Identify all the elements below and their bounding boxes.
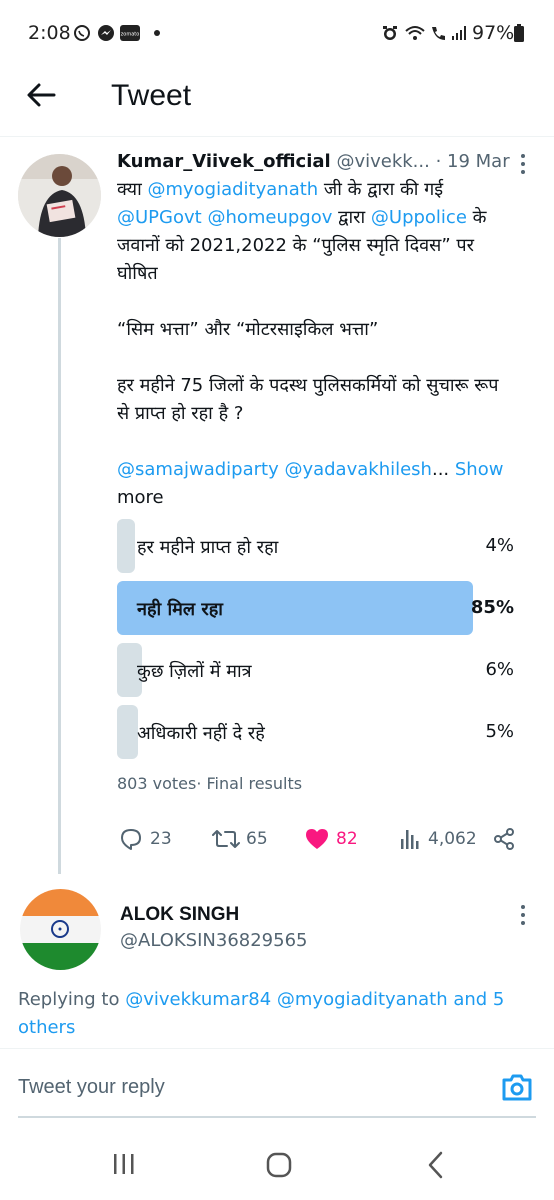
- reply-button[interactable]: 23: [118, 826, 172, 852]
- retweet-count: 65: [246, 829, 268, 849]
- tweet-line-5: “सिम भत्ता” और “मोटरसाइकिल भत्ता”: [117, 319, 379, 340]
- page-title: Tweet: [111, 79, 192, 112]
- tweet-text-segment: जी के द्वारा की गई: [318, 179, 444, 200]
- tweet-more-button[interactable]: [520, 154, 526, 178]
- show-more-link[interactable]: Show: [455, 459, 504, 480]
- tweet-text-segment: के: [466, 207, 487, 228]
- reply-author-avatar[interactable]: [20, 889, 101, 970]
- signal-icon: [450, 24, 468, 42]
- battery-icon: [513, 24, 525, 42]
- others-link[interactable]: others: [18, 1017, 75, 1038]
- dot-icon: [152, 24, 162, 42]
- show-more-link[interactable]: more: [117, 484, 164, 512]
- tweet-line-8: @samajwadiparty @yadavakhilesh... Show: [117, 456, 503, 484]
- views-button[interactable]: 4,062: [398, 826, 477, 852]
- retweet-icon: [212, 830, 240, 848]
- status-bar: 2:08 zomato 97%: [0, 0, 554, 66]
- tweet-author-line: Kumar_Viivek_official @vivekk... · 19 Ma…: [117, 151, 517, 172]
- poll-meta: 803 votes· Final results: [117, 774, 302, 793]
- reply-count: 23: [150, 829, 172, 849]
- nav-back-icon: [428, 1151, 443, 1179]
- author-handle[interactable]: @vivekk...: [336, 151, 429, 172]
- share-icon: [494, 828, 514, 850]
- mention-link[interactable]: @yadavakhilesh: [284, 459, 432, 480]
- mention-link[interactable]: @UPGovt: [117, 207, 202, 228]
- tweet-line-7: से प्राप्त हो रहा है ?: [117, 403, 244, 424]
- tweet-text-segment: द्वारा: [332, 207, 371, 228]
- mention-link[interactable]: @vivekkumar84: [125, 989, 271, 1010]
- replying-to: Replying to @vivekkumar84 @myogiadityana…: [18, 986, 538, 1042]
- tweet-text-segment: क्या: [117, 179, 148, 200]
- messenger-icon: [96, 24, 116, 42]
- reply-author-name[interactable]: ALOK SINGH: [120, 904, 239, 926]
- zomato-icon: zomato: [119, 24, 141, 42]
- ellipsis: ...: [431, 459, 450, 480]
- tweet-line-4: घोषित: [117, 263, 158, 284]
- tweet-date: · 19 Mar: [435, 151, 510, 172]
- home-button[interactable]: [264, 1150, 294, 1184]
- header-divider: [0, 136, 554, 137]
- mention-link[interactable]: @homeupgov: [207, 207, 332, 228]
- mention-link[interactable]: @samajwadiparty: [117, 459, 279, 480]
- back-arrow-icon: [27, 83, 56, 107]
- poll-option-bar: [117, 705, 138, 759]
- reply-divider: [0, 1048, 554, 1049]
- like-count: 82: [336, 829, 358, 849]
- poll-option-percent: 85%: [470, 597, 514, 618]
- camera-button[interactable]: [500, 1072, 534, 1104]
- views-icon: [401, 830, 419, 849]
- status-time: 2:08: [28, 22, 71, 44]
- reply-input-underline: [18, 1116, 536, 1118]
- recent-apps-button[interactable]: [110, 1150, 138, 1182]
- recent-apps-icon: [114, 1154, 134, 1174]
- poll-votes: 803 votes: [117, 774, 197, 793]
- heart-icon: [306, 829, 328, 849]
- alarm-icon: [380, 24, 400, 42]
- reply-more-button[interactable]: [520, 905, 526, 929]
- tweet-line-1: क्या @myogiadityanath जी के द्वारा की गई: [117, 176, 443, 204]
- poll-option-label: कुछ ज़िलों में मात्र: [137, 661, 252, 682]
- poll-option-label: अधिकारी नहीं दे रहे: [137, 723, 265, 744]
- reply-input[interactable]: Tweet your reply: [18, 1076, 165, 1099]
- replying-to-prefix: Replying to: [18, 989, 126, 1010]
- wifi-call-icon: [404, 24, 426, 42]
- like-button[interactable]: 82: [304, 826, 358, 852]
- reply-author-handle[interactable]: @ALOKSIN36829565: [120, 930, 308, 951]
- poll-status: · Final results: [196, 774, 303, 793]
- poll-option-percent: 5%: [485, 721, 514, 742]
- back-button[interactable]: [24, 80, 60, 110]
- nav-back-button[interactable]: [424, 1150, 448, 1184]
- poll-option-bar: [117, 519, 135, 573]
- battery-percent: 97%: [472, 22, 515, 44]
- poll-option-label: नही मिल रहा: [137, 599, 223, 620]
- poll-option-percent: 6%: [485, 659, 514, 680]
- zomato-text: zomato: [121, 32, 140, 38]
- india-flag-image: [20, 889, 101, 970]
- tweet-line-2: @UPGovt @homeupgov द्वारा @Uppolice के: [117, 204, 486, 232]
- whatsapp-icon: [72, 24, 92, 42]
- call-icon: [428, 24, 448, 42]
- tweet-line-3: जवानों को 2021,2022 के “पुलिस स्मृति दिव…: [117, 235, 474, 256]
- author-avatar[interactable]: [18, 154, 101, 237]
- poll-option-label: हर महीने प्राप्त हो रहा: [137, 537, 279, 558]
- mention-link[interactable]: @myogiadityanath: [277, 989, 448, 1010]
- camera-icon: [502, 1074, 532, 1101]
- mention-link[interactable]: @Uppolice: [371, 207, 467, 228]
- views-count: 4,062: [428, 829, 477, 849]
- poll-option-percent: 4%: [485, 535, 514, 556]
- share-button[interactable]: [492, 826, 522, 852]
- mention-link[interactable]: @myogiadityanath: [147, 179, 318, 200]
- tweet-line-6: हर महीने 75 जिलों के पदस्थ पुलिसकर्मियों…: [117, 375, 499, 396]
- author-avatar-image: [18, 154, 101, 237]
- thread-line: [58, 238, 61, 874]
- reply-icon: [121, 829, 141, 850]
- retweet-button[interactable]: 65: [212, 826, 268, 852]
- home-icon: [266, 1152, 292, 1178]
- and-others-link[interactable]: and 5: [448, 989, 504, 1010]
- author-name[interactable]: Kumar_Viivek_official: [117, 151, 331, 172]
